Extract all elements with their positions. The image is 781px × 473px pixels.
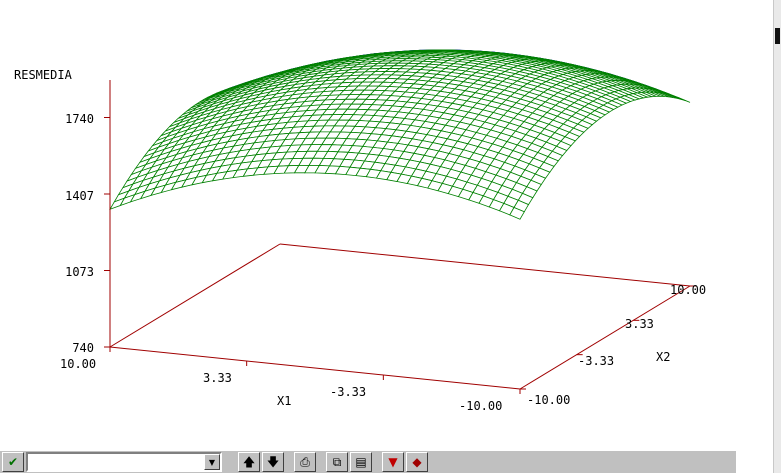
settings-icon[interactable]: ◆ <box>406 452 428 472</box>
print-icon[interactable]: ⎙ <box>294 452 316 472</box>
z-tick-label: 1740 <box>65 112 94 126</box>
surface-plot: RESMEDIA X1 X2 1740 1407 1073 740 10.00 … <box>14 49 706 413</box>
z-tick-label: 1073 <box>65 265 94 279</box>
y-axis-line <box>519 285 691 390</box>
paste-icon[interactable]: ▤ <box>350 452 372 472</box>
color-palette-icon[interactable]: ▼ <box>382 452 404 472</box>
chevron-down-icon[interactable]: ▼ <box>204 454 220 470</box>
y-tick-label: 10.00 <box>670 283 706 297</box>
y-tick-label: 3.33 <box>625 317 654 331</box>
back-right-edge <box>279 243 691 287</box>
arrow-up-icon[interactable]: 🡅 <box>238 452 260 472</box>
window-edge <box>773 0 781 473</box>
x-axis-title: X1 <box>277 394 291 408</box>
surface-mesh <box>109 49 691 220</box>
edge-marker <box>775 28 780 44</box>
x-axis-line <box>109 346 521 390</box>
y-tick-label: -10.00 <box>527 393 570 407</box>
x-tick-label: 3.33 <box>203 371 232 385</box>
arrow-down-icon[interactable]: 🡇 <box>262 452 284 472</box>
z-tick-label: 740 <box>72 341 94 355</box>
command-combo[interactable]: ▼ <box>26 452 222 472</box>
x-tick-label: 10.00 <box>60 357 96 371</box>
copy-icon[interactable]: ⧉ <box>326 452 348 472</box>
z-tick-label: 1407 <box>65 189 94 203</box>
y-tick-label: -3.33 <box>578 354 614 368</box>
checkmark-icon[interactable]: ✔ <box>2 452 24 472</box>
command-combo-value[interactable] <box>28 454 204 470</box>
z-axis-title: RESMEDIA <box>14 68 73 82</box>
bottom-toolbar: ✔ ▼ 🡅 🡇 ⎙ ⧉ ▤ ▼ ◆ <box>0 450 736 473</box>
y-axis-title: X2 <box>656 350 670 364</box>
x-tick-label: -3.33 <box>330 385 366 399</box>
back-left-edge <box>109 243 281 348</box>
x-tick-label: -10.00 <box>459 399 502 413</box>
